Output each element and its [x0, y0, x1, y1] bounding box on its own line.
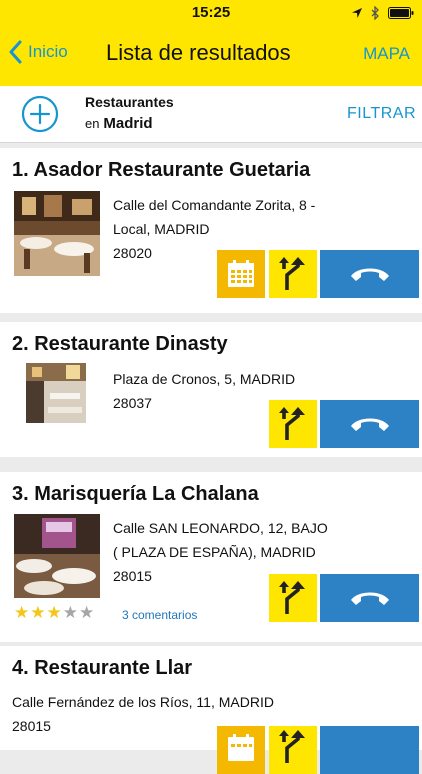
restaurant-photo [14, 514, 100, 598]
star-empty-icon: ★ [79, 603, 95, 622]
search-category: Restaurantes [85, 94, 174, 110]
address-line: Plaza de Cronos, 5, MADRID [113, 371, 296, 387]
phone-icon [350, 268, 389, 281]
star-empty-icon: ★ [62, 603, 78, 622]
status-bar: 15:25 [0, 0, 422, 28]
directions-button[interactable] [269, 574, 317, 622]
search-summary: Restaurantes en Madrid [85, 92, 174, 134]
star-filled-icon: ★ [30, 603, 46, 622]
directions-button[interactable] [269, 250, 317, 298]
address-line: Local, MADRID [113, 221, 210, 237]
page-title: Lista de resultados [106, 40, 291, 65]
filter-button[interactable]: FILTRAR [347, 105, 416, 123]
call-button[interactable] [320, 250, 419, 298]
calendar-icon [228, 734, 254, 761]
battery-icon [388, 7, 414, 19]
call-button[interactable] [320, 574, 419, 622]
navigation-bar: 15:25 Inicio Lista de resultados MAPA [0, 0, 422, 86]
result-card[interactable]: 4. Restaurante Llar Calle Fernández de l… [0, 646, 422, 774]
result-card[interactable]: 1. Asador Restaurante Guetaria Calle del… [0, 148, 422, 313]
map-button[interactable]: MAPA [363, 44, 410, 64]
call-button[interactable] [320, 726, 419, 774]
location-arrow-icon [352, 8, 362, 18]
plus-circle-icon[interactable] [21, 95, 59, 133]
restaurant-photo [14, 191, 100, 276]
result-address: Plaza de Cronos, 5, MADRID 28037 [113, 367, 295, 415]
bluetooth-icon [371, 6, 379, 20]
restaurant-photo [26, 363, 86, 423]
phone-icon [350, 418, 389, 431]
result-card[interactable]: 3. Marisquería La Chalana Calle SAN LEON… [0, 472, 422, 642]
address-line: Calle SAN LEONARDO, 12, BAJO [113, 520, 328, 536]
directions-icon [279, 407, 305, 440]
address-line: Calle del Comandante Zorita, 8 - [113, 197, 316, 213]
phone-icon [350, 592, 389, 605]
status-icons [351, 6, 414, 20]
directions-button[interactable] [269, 400, 317, 448]
comments-link[interactable]: 3 comentarios [122, 608, 197, 622]
result-title: 4. Restaurante Llar [12, 657, 193, 679]
chevron-left-icon [9, 40, 22, 64]
address-line: ( PLAZA DE ESPAÑA), MADRID [113, 544, 316, 560]
search-location: Madrid [103, 115, 153, 132]
directions-button[interactable] [269, 726, 317, 774]
star-filled-icon: ★ [14, 603, 30, 622]
result-card[interactable]: 2. Restaurante Dinasty Plaza de Cronos, … [0, 322, 422, 457]
result-title: 3. Marisquería La Chalana [12, 483, 259, 505]
calendar-icon [228, 260, 254, 287]
rating-stars: ★ ★ ★ ★ ★ [14, 603, 94, 623]
reserve-button[interactable] [217, 250, 265, 298]
directions-icon [279, 730, 305, 763]
result-title: 2. Restaurante Dinasty [12, 333, 228, 355]
back-label: Inicio [28, 42, 68, 61]
postal-code: 28037 [113, 395, 152, 411]
reserve-button[interactable] [217, 726, 265, 774]
back-button[interactable]: Inicio [8, 40, 68, 64]
call-button[interactable] [320, 400, 419, 448]
address-line: Calle Fernández de los Ríos, 11, MADRID [12, 694, 274, 710]
directions-icon [279, 257, 305, 290]
search-location-prefix: en [85, 116, 100, 131]
result-title: 1. Asador Restaurante Guetaria [12, 159, 311, 181]
directions-icon [279, 581, 305, 614]
star-filled-icon: ★ [46, 603, 62, 622]
search-summary-bar: Restaurantes en Madrid FILTRAR [0, 86, 422, 143]
